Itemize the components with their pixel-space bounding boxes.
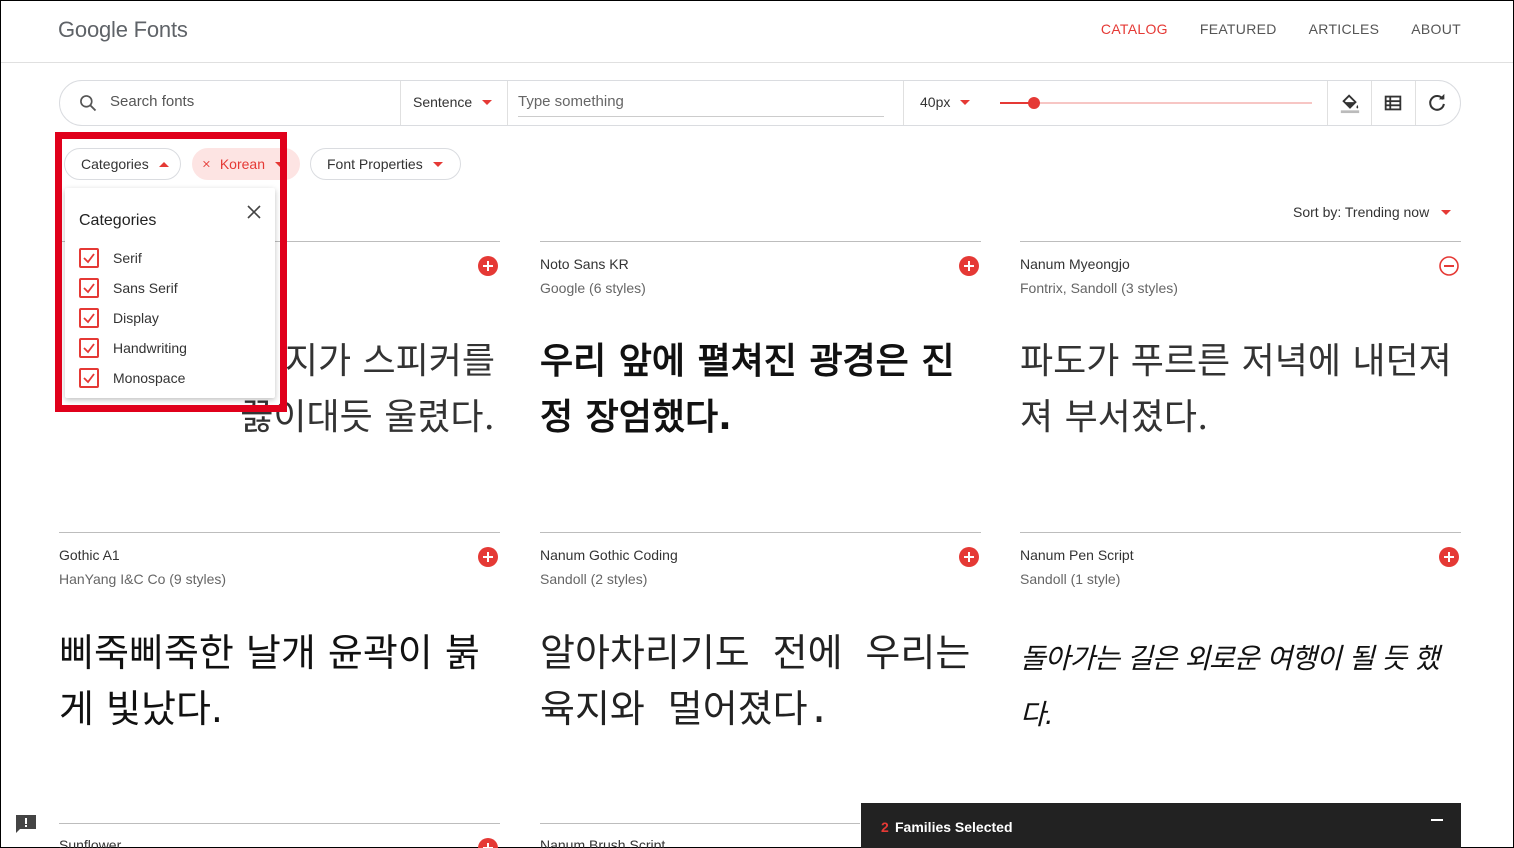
main-nav: CATALOG FEATURED ARTICLES ABOUT [1101,21,1461,37]
divider [1327,81,1328,125]
checkbox-checked-icon[interactable] [79,278,99,298]
font-card[interactable]: Gothic A1 HanYang I&C Co (9 styles) 삐죽삐죽… [59,532,500,812]
font-card[interactable]: Sunflower [59,823,500,848]
font-sample: 파도가 푸르른 저녁에 내던져져 부서졌다. [1020,341,1452,438]
font-name[interactable]: Gothic A1 [59,547,120,563]
slider-thumb[interactable] [1028,97,1040,109]
category-label: Display [113,310,159,326]
font-sample: 알아차리기도 전에 우리는 육지와 멀어졌다. [540,631,971,731]
add-font-icon[interactable] [478,838,498,848]
font-sample: 돌아가는 길은 외로운 여행이 될 듯 했다. [1020,642,1440,731]
category-label: Monospace [113,370,186,386]
divider [1371,81,1372,125]
nav-catalog[interactable]: CATALOG [1101,21,1168,37]
paint-bucket-icon[interactable] [1339,92,1361,114]
category-option-serif[interactable]: Serif [79,248,142,268]
font-meta: Sandoll (1 style) [1020,571,1121,587]
nav-about[interactable]: ABOUT [1411,21,1461,37]
font-card[interactable]: Noto Sans KR Google (6 styles) 우리 앞에 펼쳐진… [540,241,981,521]
category-option-sans-serif[interactable]: Sans Serif [79,278,178,298]
preview-mode-select[interactable]: Sentence [413,94,493,110]
font-name[interactable]: Nanum Brush Script [540,837,665,848]
list-view-icon[interactable] [1382,92,1404,114]
preview-text-input[interactable] [518,93,884,117]
category-option-handwriting[interactable]: Handwriting [79,338,187,358]
search-icon [80,95,97,112]
add-font-icon[interactable] [478,256,498,276]
font-name[interactable]: Noto Sans KR [540,256,629,272]
feedback-icon[interactable] [15,814,37,834]
font-card[interactable]: Nanum Myeongjo Fontrix, Sandoll (3 style… [1020,241,1461,521]
category-option-monospace[interactable]: Monospace [79,368,185,388]
font-size-select[interactable]: 40px [920,94,971,110]
font-name[interactable]: Nanum Gothic Coding [540,547,678,563]
refresh-icon[interactable] [1426,92,1448,114]
font-name[interactable]: Nanum Myeongjo [1020,256,1130,272]
caret-down-icon [482,99,493,105]
font-name[interactable]: Nanum Pen Script [1020,547,1134,563]
nav-articles[interactable]: ARTICLES [1309,21,1380,37]
selected-count: 2 [881,819,889,835]
checkbox-checked-icon[interactable] [79,368,99,388]
close-icon[interactable] [246,204,262,220]
selected-label: Families Selected [895,819,1013,835]
font-name[interactable]: Sunflower [59,837,121,848]
category-label: Handwriting [113,340,187,356]
font-properties-filter-chip[interactable]: Font Properties [310,148,461,180]
font-card[interactable]: Nanum Brush Script [540,823,860,848]
font-meta: Sandoll (2 styles) [540,571,648,587]
nav-featured[interactable]: FEATURED [1200,21,1277,37]
font-meta: Fontrix, Sandoll (3 styles) [1020,280,1178,296]
close-icon[interactable] [203,158,210,170]
checkbox-checked-icon[interactable] [79,248,99,268]
add-font-icon[interactable] [1439,547,1459,567]
caret-down-icon [1441,209,1452,215]
search-input[interactable] [110,93,390,110]
checkbox-checked-icon[interactable] [79,308,99,328]
language-chip-label: Korean [219,156,265,172]
sort-select[interactable]: Sort by: Trending now [1293,204,1452,220]
font-meta: Google (6 styles) [540,280,646,296]
divider [400,81,401,125]
preview-mode-label: Sentence [413,94,473,110]
font-size-label: 40px [920,94,951,110]
add-font-icon[interactable] [959,547,979,567]
categories-filter-chip[interactable]: Categories [64,148,181,180]
checkbox-checked-icon[interactable] [79,338,99,358]
search-toolbar: Sentence 40px [59,80,1461,126]
dropdown-title: Categories [79,212,157,229]
font-sample: 우리 앞에 펼쳐진 광경은 진정 장엄했다. [540,341,955,438]
font-card[interactable]: Nanum Pen Script Sandoll (1 style) 돌아가는 … [1020,532,1461,812]
divider [903,81,904,125]
caret-down-icon [960,99,971,105]
caret-up-icon [158,161,169,167]
font-sample: 삐죽삐죽한 날개 윤곽이 붉게 빛났다. [59,631,480,731]
sort-label: Sort by: Trending now [1293,204,1430,220]
divider [507,81,508,125]
font-meta: HanYang I&C Co (9 styles) [59,571,227,587]
top-app-bar: Google Fonts CATALOG FEATURED ARTICLES A… [1,1,1513,63]
families-selected-bar[interactable]: 2 Families Selected [861,803,1461,848]
add-font-icon[interactable] [478,547,498,567]
font-card[interactable]: Nanum Gothic Coding Sandoll (2 styles) 알… [540,532,981,812]
add-font-icon[interactable] [959,256,979,276]
categories-chip-label: Categories [81,156,149,172]
minimize-icon[interactable] [1431,819,1443,821]
language-filter-chip[interactable]: Korean [192,148,300,180]
font-properties-chip-label: Font Properties [327,156,423,172]
font-size-slider[interactable] [1000,97,1312,109]
google-fonts-logo[interactable]: Google Fonts [58,17,188,43]
divider [1415,81,1416,125]
remove-font-icon[interactable] [1439,256,1459,276]
category-label: Sans Serif [113,280,178,296]
caret-down-icon [432,161,443,167]
category-label: Serif [113,250,142,266]
caret-down-icon [275,161,285,167]
category-option-display[interactable]: Display [79,308,159,328]
categories-dropdown: Categories Serif Sans Serif Display Hand… [65,188,275,398]
